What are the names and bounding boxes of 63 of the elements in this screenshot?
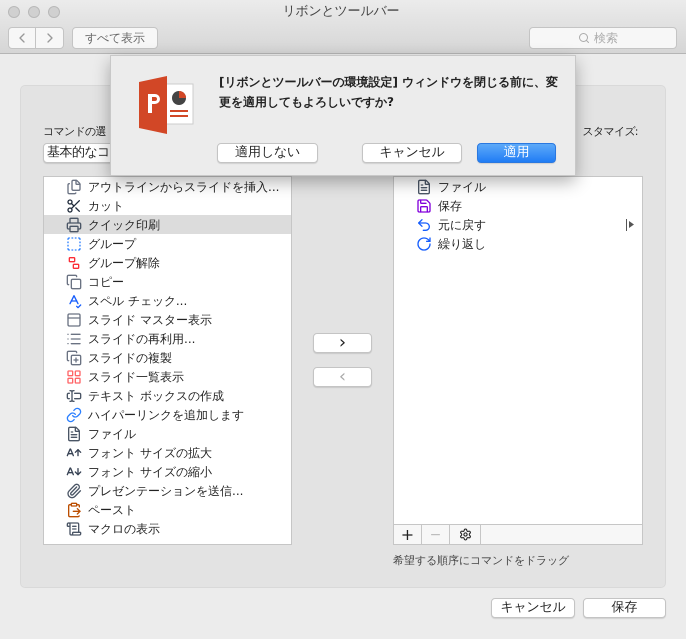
scroll-icon <box>66 520 82 536</box>
command-item[interactable]: グループ <box>44 234 291 253</box>
list-icon <box>66 330 82 346</box>
minimize-icon[interactable] <box>28 6 40 18</box>
show-all-button[interactable]: すべて表示 <box>72 27 158 49</box>
command-item[interactable]: グループ解除 <box>44 253 291 272</box>
link-icon <box>66 406 82 422</box>
command-item[interactable]: クイック印刷 <box>44 215 291 234</box>
pages-icon <box>66 178 82 194</box>
dialog-message: [リボンとツールバーの環境設定] ウィンドウを閉じる前に、変更を適用してもよろしいですか? <box>219 74 560 111</box>
ungroup-icon <box>66 254 82 270</box>
command-item[interactable]: フォント サイズの縮小 <box>44 462 291 481</box>
clipboard-icon <box>66 502 82 518</box>
command-item[interactable]: ハイパーリンクを追加します <box>44 405 291 424</box>
command-item[interactable]: スライド一覧表示 <box>44 367 291 386</box>
save-button[interactable]: 保存 <box>583 598 666 618</box>
paperclip-icon <box>66 482 82 498</box>
grid-icon <box>66 368 82 384</box>
command-item[interactable]: ファイル <box>44 424 291 443</box>
panel-icon <box>66 312 82 328</box>
cancel-button[interactable]: キャンセル <box>491 598 575 618</box>
customize-label: スタマイズ: <box>582 124 638 140</box>
add-button[interactable]: + <box>394 525 422 544</box>
command-item[interactable]: カット <box>44 196 291 215</box>
dialog-button[interactable]: キャンセル <box>362 143 462 163</box>
command-item[interactable]: フォント サイズの拡大 <box>44 443 291 462</box>
drag-hint: 希望する順序にコマンドをドラッグ <box>393 553 569 569</box>
submenu-icon[interactable] <box>626 218 634 230</box>
command-item[interactable]: マクロの表示 <box>44 519 291 538</box>
copy-icon <box>66 274 82 290</box>
undo-icon <box>416 216 432 232</box>
command-item[interactable]: スペル チェック... <box>44 291 291 310</box>
search-field[interactable]: 検索 <box>529 27 677 49</box>
command-item[interactable]: テキスト ボックスの作成 <box>44 386 291 405</box>
command-item[interactable]: ペースト <box>44 500 291 519</box>
command-item[interactable]: アウトラインからスライドを挿入... <box>44 177 291 196</box>
redo-icon <box>416 236 432 252</box>
file-icon <box>416 178 432 194</box>
gear-icon <box>458 528 472 541</box>
zoom-icon[interactable] <box>48 6 60 18</box>
save-icon <box>416 198 432 214</box>
ribbon-item[interactable]: 保存 <box>394 196 642 215</box>
file-icon <box>66 426 82 442</box>
search-icon <box>578 32 590 44</box>
command-item[interactable]: コピー <box>44 272 291 291</box>
ribbon-item[interactable]: ファイル <box>394 177 642 196</box>
close-icon[interactable] <box>8 6 20 18</box>
add-button[interactable]: › <box>313 333 372 353</box>
window-title: リボンとツールバー <box>282 3 400 22</box>
text-box-icon <box>66 388 82 404</box>
copy-icon <box>66 350 82 366</box>
scissors-icon <box>66 198 82 214</box>
ribbon-item[interactable]: 元に戻す <box>394 215 642 234</box>
search-input[interactable]: 検索 <box>594 29 628 47</box>
ribbon-item[interactable]: 繰り返し <box>394 234 642 253</box>
command-item[interactable]: プレゼンテーションを送信... <box>44 481 291 500</box>
command-item[interactable]: スライド マスター表示 <box>44 310 291 329</box>
dashed-square-icon <box>66 236 82 252</box>
dialog-button[interactable]: 適用しない <box>217 143 318 163</box>
command-item[interactable]: スライドの再利用... <box>44 329 291 348</box>
command-item[interactable]: スライドの複製 <box>44 348 291 367</box>
choose-commands-label: コマンドの選 <box>43 124 106 140</box>
printer-icon <box>66 216 82 232</box>
